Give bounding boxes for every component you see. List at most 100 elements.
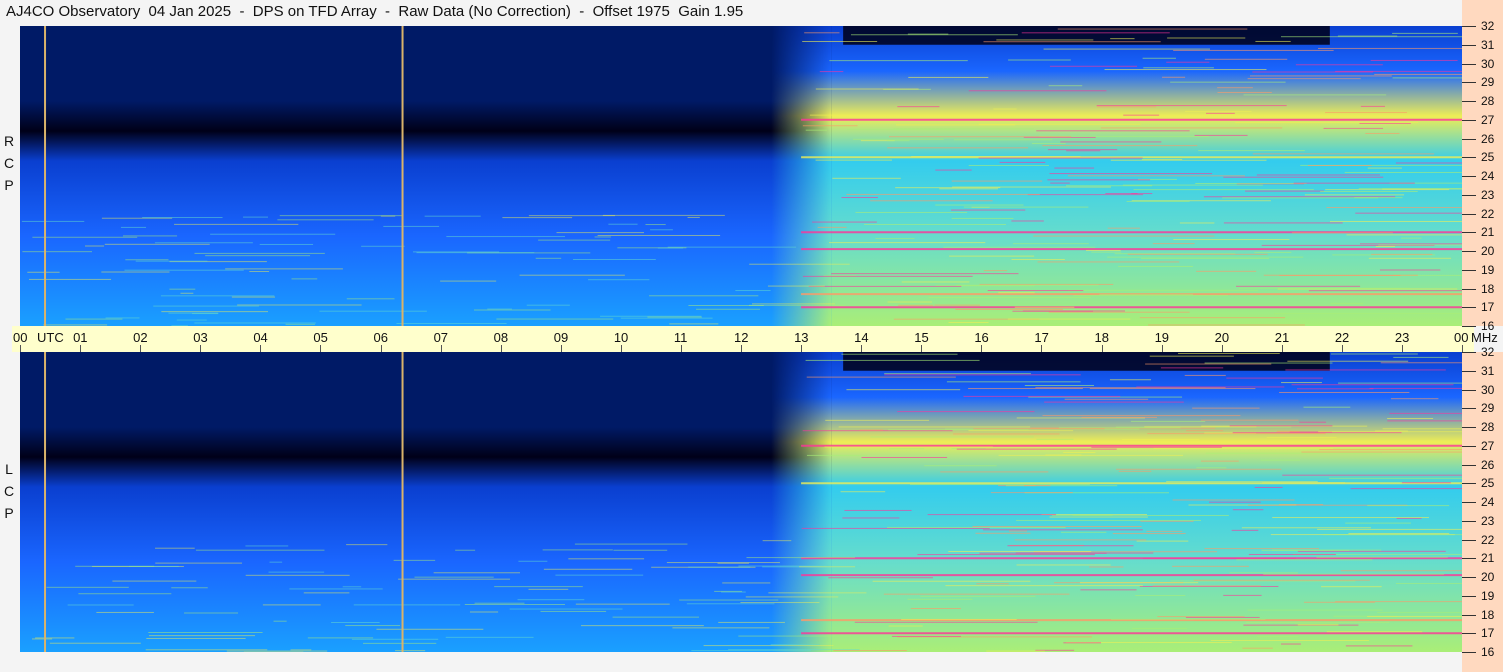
time-tick-label: 19 [1154, 330, 1170, 345]
noise-streak [1079, 582, 1199, 584]
noise-streak [976, 583, 1009, 585]
frequency-tick-label: 21 [1481, 225, 1495, 240]
noise-streak [861, 456, 948, 458]
time-tick-mark [1221, 345, 1223, 352]
noise-streak [362, 642, 437, 644]
noise-streak [1005, 322, 1150, 324]
noise-streak [502, 217, 573, 219]
noise-streak [870, 436, 1034, 438]
noise-streak [84, 245, 105, 247]
noise-streak [1375, 430, 1408, 432]
noise-streak [21, 220, 85, 222]
noise-streak [897, 106, 940, 108]
noise-streak [1326, 207, 1462, 209]
noise-streak [285, 323, 315, 325]
noise-streak [176, 319, 207, 321]
noise-streak [647, 316, 702, 318]
noise-streak [650, 229, 673, 231]
noise-streak [1179, 222, 1215, 224]
noise-streak [832, 177, 901, 179]
noise-streak [1140, 257, 1270, 259]
noise-streak [889, 136, 1072, 138]
noise-streak [998, 292, 1035, 294]
noise-streak [1236, 559, 1373, 561]
time-tick-label: 23 [1394, 330, 1410, 345]
noise-streak [1229, 572, 1299, 574]
frequency-tick-mark [1462, 595, 1476, 597]
noise-streak [1142, 57, 1176, 59]
noise-streak [745, 596, 839, 598]
noise-streak [999, 161, 1046, 163]
noise-streak [1049, 65, 1138, 67]
frequency-tick-mark [1462, 138, 1476, 140]
noise-streak [1131, 193, 1153, 195]
noise-streak [1387, 420, 1462, 422]
frequency-tick-mark [1462, 352, 1476, 353]
noise-streak [1200, 419, 1299, 421]
noise-streak [934, 304, 980, 306]
noise-streak [440, 280, 497, 282]
time-tick-mark [620, 345, 622, 352]
noise-streak [749, 263, 850, 265]
noise-streak [1231, 529, 1259, 531]
frequency-tick-label: 22 [1481, 532, 1495, 547]
noise-streak [1293, 182, 1415, 184]
time-tick-mark [981, 345, 983, 352]
noise-streak [872, 580, 1031, 582]
noise-streak [1279, 391, 1410, 393]
noise-streak [289, 588, 383, 590]
noise-streak [1377, 612, 1462, 614]
noise-streak [104, 243, 210, 245]
noise-streak [951, 209, 1026, 211]
noise-streak [331, 622, 380, 624]
noise-streak [907, 598, 973, 600]
noise-streak [184, 612, 239, 614]
noise-streak [383, 225, 440, 227]
marker-line [44, 352, 47, 652]
time-tick-label: 04 [253, 330, 268, 345]
noise-streak [412, 251, 500, 253]
noise-streak [751, 303, 835, 305]
noise-streak [1337, 35, 1398, 37]
noise-streak [1287, 360, 1409, 362]
noise-streak [1196, 467, 1227, 469]
noise-streak [1139, 317, 1286, 319]
noise-streak [1085, 249, 1121, 251]
spectrogram-svg [20, 26, 1462, 326]
noise-streak [346, 298, 395, 300]
noise-streak [1204, 362, 1333, 364]
noise-streak [870, 200, 993, 202]
frequency-tick-mark [1462, 213, 1476, 215]
noise-streak [983, 529, 1143, 531]
noise-streak [1195, 183, 1307, 185]
time-tick-label: 07 [433, 330, 449, 345]
noise-streak [1261, 549, 1350, 551]
noise-streak [1021, 32, 1170, 34]
noise-streak [887, 147, 1029, 149]
frequency-tick-label: 30 [1481, 56, 1495, 71]
frequency-tick-label: 20 [1481, 570, 1495, 584]
noise-streak [171, 587, 208, 589]
noise-streak [802, 275, 973, 277]
noise-streak [192, 313, 219, 315]
noise-streak [556, 232, 645, 234]
noise-streak [687, 216, 700, 218]
polarization-letter: C [3, 155, 15, 171]
noise-streak [728, 649, 860, 651]
noise-streak [1354, 197, 1403, 199]
noise-streak [1316, 556, 1448, 558]
noise-streak [1205, 112, 1235, 114]
noise-streak [105, 317, 140, 319]
noise-streak [35, 637, 75, 639]
noise-streak [1036, 130, 1190, 132]
noise-streak [1301, 451, 1462, 453]
noise-streak [237, 304, 362, 306]
noise-streak [1007, 318, 1131, 320]
time-tick-label: 16 [974, 330, 989, 345]
noise-streak [205, 255, 311, 257]
noise-streak [1256, 174, 1380, 176]
noise-streak [945, 585, 1143, 587]
noise-streak [1042, 145, 1198, 147]
noise-streak [1326, 128, 1384, 130]
noise-streak [291, 278, 318, 280]
